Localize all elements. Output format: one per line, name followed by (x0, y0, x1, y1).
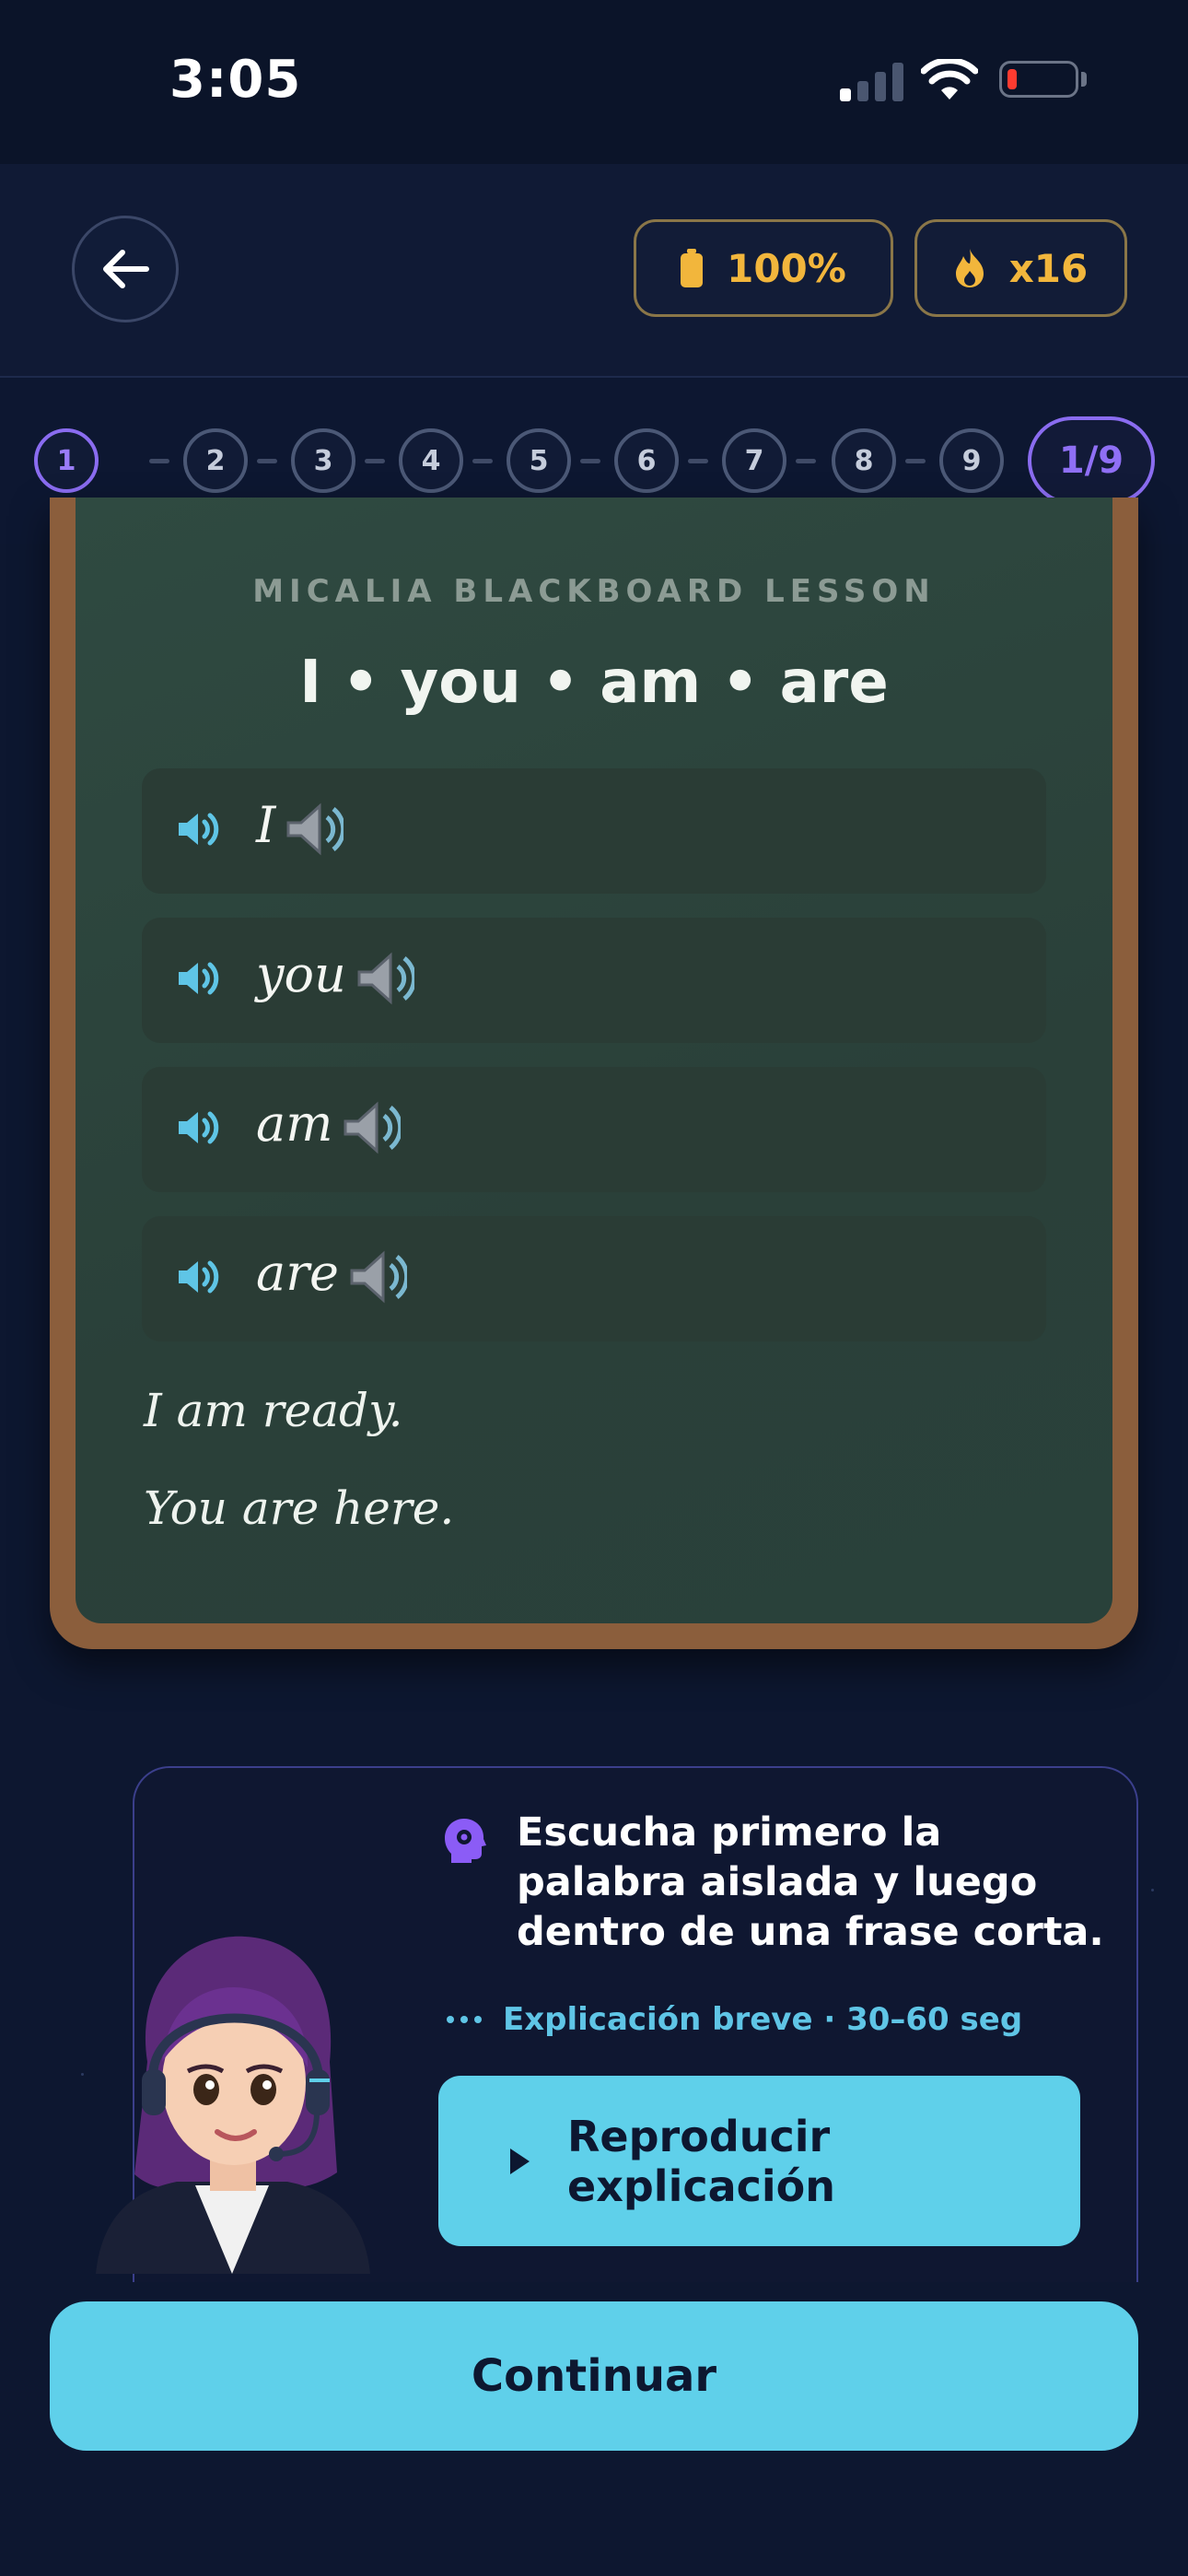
explanation-hint: Explicación breve · 30–60 seg (446, 2001, 1022, 2038)
speaker-icon (179, 813, 219, 846)
step-counter: 1/9 (1028, 416, 1155, 505)
step-connector (149, 459, 169, 463)
step-connector (796, 459, 816, 463)
step-connector (472, 459, 493, 463)
word-label: you (256, 945, 346, 1003)
word-row-am[interactable]: am (142, 1067, 1046, 1192)
status-bar: 3:05 (0, 0, 1188, 164)
example-sentence: I am ready. (144, 1384, 403, 1437)
cellular-signal-icon (840, 61, 906, 101)
step-5[interactable]: 5 (507, 428, 571, 493)
step-connector (905, 459, 926, 463)
play-explanation-button[interactable]: Reproducir explicación (438, 2076, 1080, 2246)
lesson-label: MICALIA BLACKBOARD LESSON (252, 573, 936, 610)
lesson-header: 100% x16 (0, 164, 1188, 378)
step-connector (257, 459, 277, 463)
speaker-icon (179, 1260, 219, 1294)
step-2[interactable]: 2 (183, 428, 248, 493)
loud-speaker-icon (344, 1101, 402, 1154)
back-button[interactable] (72, 216, 179, 322)
step-8[interactable]: 8 (832, 428, 896, 493)
energy-badge[interactable]: 100% (634, 219, 893, 317)
status-time: 3:05 (169, 50, 302, 110)
step-3[interactable]: 3 (291, 428, 355, 493)
loud-speaker-icon (350, 1250, 407, 1304)
blackboard: MICALIA BLACKBOARD LESSON I • you • am •… (76, 498, 1112, 1623)
brain-head-icon (445, 1819, 486, 1863)
battery-energy-icon (681, 249, 704, 287)
star-decoration (1151, 1889, 1154, 1891)
battery-tip (1081, 72, 1087, 87)
step-connector (580, 459, 600, 463)
flame-icon (955, 249, 984, 287)
word-row-i[interactable]: I (142, 768, 1046, 894)
word-label: are (256, 1244, 339, 1302)
example-sentence: You are here. (144, 1481, 455, 1535)
step-9[interactable]: 9 (939, 428, 1004, 493)
step-6[interactable]: 6 (614, 428, 679, 493)
step-4[interactable]: 4 (399, 428, 463, 493)
continue-button[interactable]: Continuar (50, 2301, 1138, 2451)
loud-speaker-icon (286, 802, 344, 856)
word-row-you[interactable]: you (142, 918, 1046, 1043)
wifi-icon (921, 59, 978, 100)
step-7[interactable]: 7 (722, 428, 786, 493)
speaker-icon (179, 962, 219, 995)
tutor-tip: Escucha primero la palabra aislada y lue… (517, 1809, 1104, 1955)
play-explanation-label: Reproducir explicación (567, 2111, 836, 2211)
step-1[interactable]: 1 (34, 428, 99, 493)
streak-value: x16 (1008, 245, 1089, 291)
play-icon (510, 2148, 530, 2174)
star-decoration (81, 2073, 84, 2076)
arrow-left-icon (103, 250, 149, 288)
streak-badge[interactable]: x16 (914, 219, 1127, 317)
speaker-icon (179, 1111, 219, 1144)
energy-value: 100% (727, 245, 846, 291)
explanation-duration: Explicación breve · 30–60 seg (503, 2001, 1023, 2038)
word-label: am (256, 1095, 333, 1153)
step-connector (365, 459, 385, 463)
word-row-are[interactable]: are (142, 1216, 1046, 1341)
tutor-avatar (96, 1936, 370, 2274)
step-connector (688, 459, 708, 463)
loud-speaker-icon (357, 952, 414, 1005)
word-label: I (256, 796, 276, 854)
lesson-title: I • you • am • are (299, 649, 889, 717)
ellipsis-icon (447, 2016, 482, 2023)
battery-icon (999, 61, 1078, 98)
